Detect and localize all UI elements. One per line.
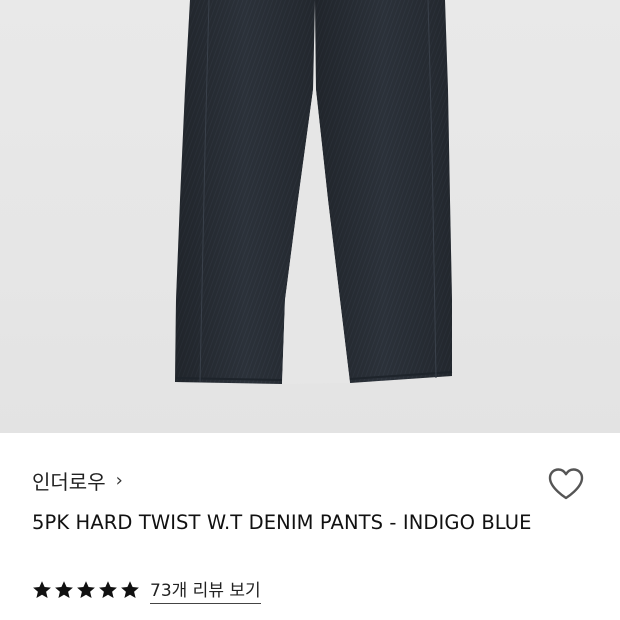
product-image[interactable]: [0, 0, 620, 433]
wishlist-button[interactable]: [546, 464, 586, 504]
brand-link[interactable]: 인더로우 ›: [32, 466, 123, 494]
product-info: 인더로우 › 5PK HARD TWIST W.T DENIM PANTS - …: [0, 433, 620, 620]
chevron-right-icon: ›: [115, 469, 123, 491]
brand-name[interactable]: 인더로우: [32, 466, 106, 495]
heart-outline-icon: [548, 468, 584, 500]
star-icon: [77, 581, 95, 598]
star-icon: [33, 581, 51, 598]
product-title: 5PK HARD TWIST W.T DENIM PANTS - INDIGO …: [32, 511, 532, 534]
rating-stars: [32, 580, 140, 600]
star-icon: [55, 581, 73, 598]
rating-row: 73개 리뷰 보기: [32, 575, 261, 605]
star-icon: [99, 581, 117, 598]
star-icon: [121, 581, 139, 598]
denim-pants-photo: [175, 0, 453, 384]
reviews-link[interactable]: 73개 리뷰 보기: [150, 576, 261, 604]
